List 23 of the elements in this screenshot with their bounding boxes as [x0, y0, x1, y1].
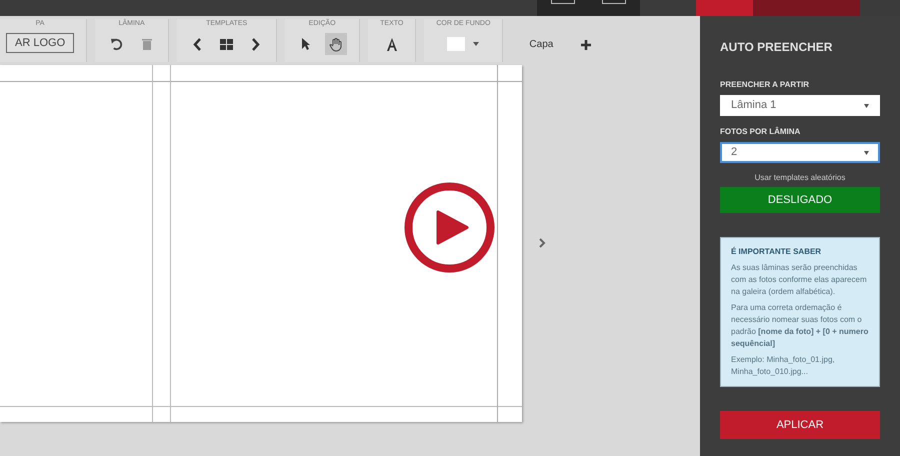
page-label: Capa: [529, 38, 554, 52]
caret-icon: [864, 104, 869, 108]
select-field[interactable]: 2: [720, 142, 880, 163]
logo-button[interactable]: AR LOGO: [6, 33, 74, 53]
apply-button[interactable]: APLICAR: [720, 411, 880, 439]
hand-icon[interactable]: [325, 33, 348, 55]
play-icon[interactable]: [404, 182, 495, 273]
caret-icon: [473, 42, 480, 46]
toggle-button[interactable]: DESLIGADO: [720, 187, 880, 213]
layout-button[interactable]: [588, 0, 640, 16]
panel-title: AUTO PREENCHER: [720, 39, 834, 56]
chevron-right-icon[interactable]: [539, 238, 546, 248]
info-text: As suas lâminas serão preenchidas com as fotos conforme elas aparecem na galeira (ordem alfabética).: [731, 262, 868, 298]
info-text: Para uma correta ordemação é necessário nomear suas fotos com o padrão [nome da foto] + [0 + numero sequêncial]: [731, 302, 869, 350]
toggle-caption: Usar templates aleatórios: [754, 172, 846, 184]
select-field[interactable]: Lâmina 1: [720, 95, 880, 116]
info-title: É IMPORTANTE SABER: [731, 246, 822, 258]
field-label: PREENCHER A PARTIR: [720, 79, 810, 91]
caret-icon: [864, 150, 869, 154]
add-icon[interactable]: [581, 40, 592, 50]
info-text: Exemplo: Minha_foto_01.jpg, Minha_foto_010.jpg...: [731, 354, 836, 378]
field-label: FOTOS POR LÂMINA: [720, 126, 802, 138]
layout-button[interactable]: [537, 0, 588, 16]
